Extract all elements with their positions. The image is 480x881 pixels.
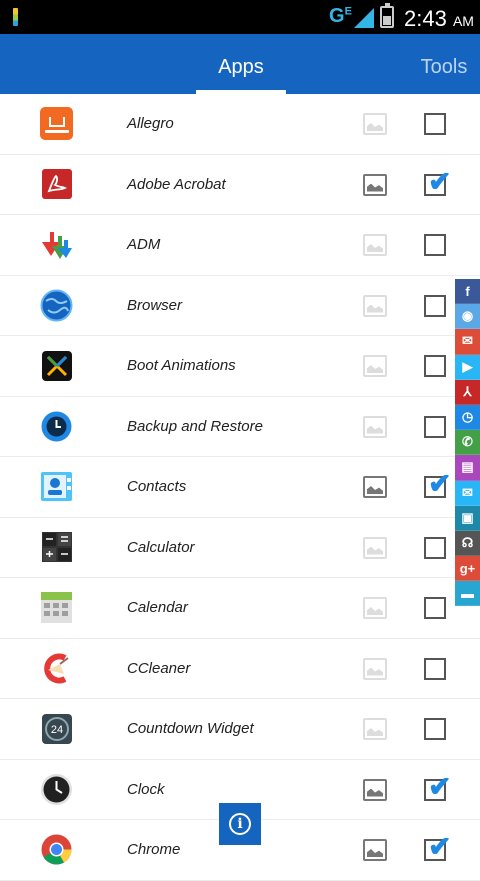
app-name: Countdown Widget	[127, 720, 254, 737]
browser-globe-icon	[40, 289, 73, 322]
phone-icon[interactable]: ✆	[455, 430, 480, 456]
app-checkbox[interactable]: ✔	[424, 167, 451, 196]
app-name: ADM	[127, 236, 161, 253]
app-checkbox[interactable]	[424, 415, 446, 438]
signal-icon	[354, 8, 374, 28]
image-toggle-icon[interactable]	[363, 536, 387, 559]
image-toggle-icon[interactable]	[363, 778, 387, 801]
image-toggle-icon[interactable]	[363, 173, 387, 196]
list-item[interactable]: 24 Countdown Widget	[0, 699, 480, 760]
contacts-icon	[40, 470, 73, 503]
image-toggle-icon[interactable]	[363, 355, 387, 377]
app-name: Allegro	[127, 115, 174, 132]
app-list: Allegro Adobe Acrobat ✔ ADM Browser Boot Anim…	[0, 94, 480, 881]
clock-time: 2:43 AM	[404, 6, 474, 31]
list-item[interactable]: Browser	[0, 276, 480, 336]
app-checkbox[interactable]	[424, 355, 446, 377]
chrome-small-icon[interactable]: ◉	[455, 304, 480, 330]
image-toggle-icon[interactable]	[363, 234, 387, 256]
svg-text:24: 24	[50, 724, 62, 736]
app-checkbox[interactable]: ✔	[424, 833, 451, 861]
headphones-icon[interactable]: ☊	[455, 530, 480, 557]
checkmark-icon: ✔	[428, 165, 452, 197]
app-name: Boot Animations	[127, 357, 236, 374]
app-checkbox[interactable]	[424, 294, 446, 317]
adobe-small-icon[interactable]: ⅄	[455, 379, 480, 405]
info-icon: i	[229, 813, 251, 835]
boot-animations-icon	[40, 349, 73, 382]
calculator-icon	[40, 531, 73, 564]
app-checkbox[interactable]	[424, 536, 446, 559]
list-item[interactable]: Adobe Acrobat ✔	[0, 155, 480, 215]
contacts-small-icon[interactable]: ▤	[455, 455, 480, 481]
clock-small-icon[interactable]: ◷	[455, 404, 480, 431]
list-item[interactable]: CCleaner	[0, 639, 480, 699]
list-item[interactable]: Backup and Restore	[0, 397, 480, 457]
app-checkbox[interactable]	[424, 113, 446, 135]
app-checkbox[interactable]: ✔	[424, 772, 451, 801]
google-plus-icon[interactable]: g+	[455, 556, 480, 582]
app-name: Contacts	[127, 478, 187, 495]
list-item[interactable]: ADM	[0, 215, 480, 276]
image-toggle-icon[interactable]	[363, 294, 387, 317]
chrome-icon	[40, 833, 73, 866]
info-button[interactable]: i	[219, 803, 261, 845]
battery-icon	[380, 3, 394, 28]
app-name: Chrome	[127, 841, 181, 858]
image-toggle-icon[interactable]	[363, 839, 387, 861]
app-checkbox[interactable]: ✔	[424, 470, 451, 498]
calendar-icon	[40, 591, 73, 624]
app-name: Calendar	[127, 599, 188, 616]
app-name: Calculator	[127, 538, 195, 556]
message-icon[interactable]: ▬	[455, 581, 480, 607]
tab-tools[interactable]: Tools	[408, 34, 480, 94]
status-bar: GE 2:43 AM	[0, 0, 480, 34]
app-checkbox[interactable]	[424, 597, 446, 619]
backup-restore-icon	[40, 410, 73, 443]
list-item[interactable]: Calendar	[0, 578, 480, 639]
clock-icon	[40, 773, 73, 806]
checkmark-icon: ✔	[428, 770, 452, 802]
network-type-icon: GE	[329, 5, 352, 27]
list-item[interactable]: Boot Animations	[0, 336, 480, 397]
image-toggle-icon[interactable]	[363, 657, 387, 680]
image-toggle-icon[interactable]	[363, 415, 387, 438]
tab-apps[interactable]: Apps	[196, 34, 286, 94]
app-checkbox[interactable]	[424, 657, 446, 680]
app-name: Browser	[127, 296, 183, 314]
list-item[interactable]: Contacts ✔	[0, 457, 480, 518]
gallery-icon[interactable]: ▣	[455, 505, 480, 531]
app-name: Backup and Restore	[127, 417, 263, 435]
image-toggle-icon[interactable]	[363, 597, 387, 619]
allegro-icon	[40, 107, 73, 140]
tab-bar: Apps Tools	[0, 34, 480, 94]
app-name: Clock	[127, 780, 165, 798]
share-strip: f ◉ ✉ ▶ ⅄ ◷ ✆ ▤ ✉ ▣ ☊ g+ ▬	[455, 279, 480, 607]
image-toggle-icon[interactable]	[363, 718, 387, 740]
play-store-icon[interactable]: ▶	[455, 354, 480, 380]
adobe-acrobat-icon	[40, 168, 73, 201]
checkmark-icon: ✔	[428, 468, 452, 499]
app-checkbox[interactable]	[424, 718, 446, 740]
countdown-widget-icon: 24	[40, 712, 73, 745]
app-checkbox[interactable]	[424, 234, 446, 256]
image-toggle-icon[interactable]	[363, 113, 387, 135]
notification-icon	[13, 8, 18, 26]
checkmark-icon: ✔	[428, 831, 452, 862]
image-toggle-icon[interactable]	[363, 476, 387, 498]
email-icon[interactable]: ✉	[455, 480, 480, 506]
list-item[interactable]: Allegro	[0, 94, 480, 155]
gmail-icon[interactable]: ✉	[455, 329, 480, 355]
ccleaner-icon	[40, 652, 73, 685]
facebook-icon[interactable]: f	[455, 279, 480, 305]
app-name: Adobe Acrobat	[127, 175, 226, 193]
app-name: CCleaner	[127, 659, 191, 677]
list-item[interactable]: Calculator	[0, 518, 480, 578]
adm-icon	[40, 228, 73, 261]
